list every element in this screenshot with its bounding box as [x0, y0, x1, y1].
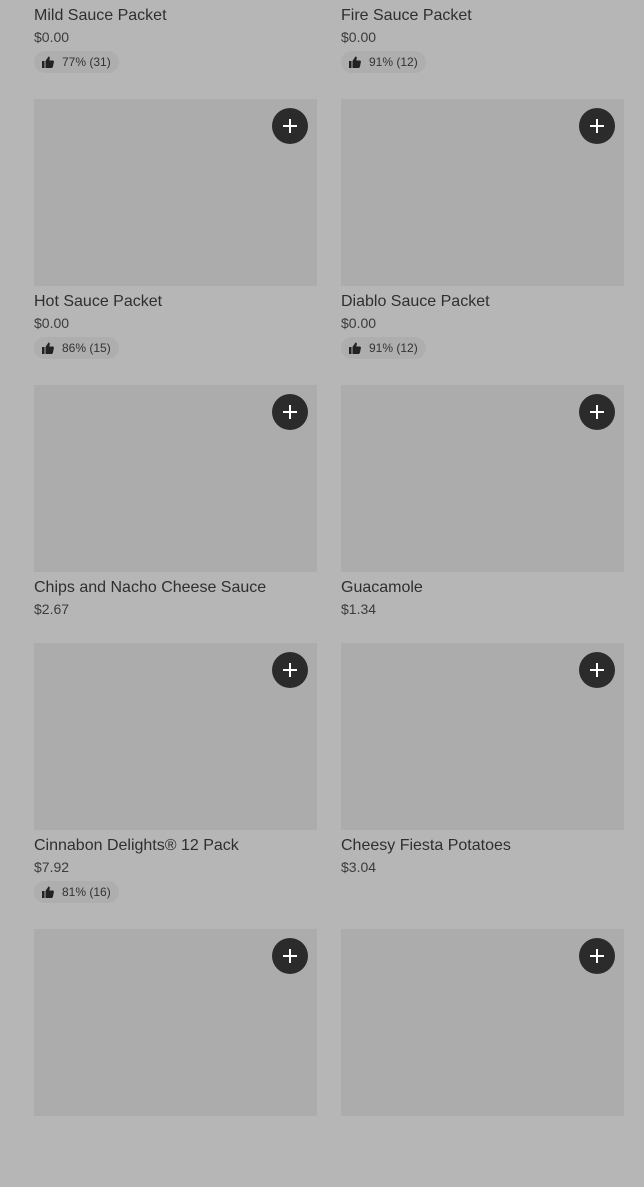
item-price: $0.00: [34, 29, 70, 45]
rating-badge: 91% (12): [341, 51, 426, 73]
item-name: Cheesy Fiesta Potatoes: [341, 837, 511, 854]
rating-badge: 81% (16): [34, 881, 119, 903]
item-name: Fire Sauce Packet: [341, 7, 472, 24]
menu-item-card[interactable]: Diablo Sauce Packet $0.00 91% (12): [341, 99, 624, 385]
item-name: Mild Sauce Packet: [34, 7, 167, 24]
plus-icon: [590, 119, 604, 133]
item-image[interactable]: [341, 643, 624, 830]
add-to-cart-button[interactable]: [272, 394, 308, 430]
plus-icon: [590, 663, 604, 677]
item-image[interactable]: [341, 385, 624, 572]
menu-item-card[interactable]: Cheesy Fiesta Potatoes $3.04: [341, 643, 624, 929]
item-price: $7.92: [34, 859, 70, 875]
add-to-cart-button[interactable]: [579, 938, 615, 974]
menu-item-card[interactable]: Guacamole $1.34: [341, 385, 624, 643]
item-image[interactable]: [34, 99, 317, 286]
item-image[interactable]: [34, 929, 317, 1116]
item-image[interactable]: [341, 99, 624, 286]
item-image[interactable]: [34, 643, 317, 830]
rating-text: 77% (31): [62, 55, 111, 69]
menu-item-card[interactable]: Chips and Nacho Cheese Sauce $2.67: [34, 385, 317, 643]
item-name: Diablo Sauce Packet: [341, 293, 490, 310]
add-to-cart-button[interactable]: [272, 652, 308, 688]
add-to-cart-button[interactable]: [579, 652, 615, 688]
item-price: $0.00: [341, 315, 377, 331]
item-price: $1.34: [341, 601, 377, 617]
menu-item-card[interactable]: Mild Sauce Packet $0.00 77% (31): [34, 0, 317, 99]
menu-item-card[interactable]: [341, 929, 624, 1187]
thumbs-up-icon: [42, 342, 54, 354]
item-price: $3.04: [341, 859, 377, 875]
item-image[interactable]: [341, 929, 624, 1116]
item-name: Cinnabon Delights® 12 Pack: [34, 837, 239, 854]
thumbs-up-icon: [42, 886, 54, 898]
item-price: $0.00: [341, 29, 377, 45]
rating-text: 91% (12): [369, 55, 418, 69]
rating-badge: 91% (12): [341, 337, 426, 359]
item-image[interactable]: [34, 385, 317, 572]
menu-item-card[interactable]: Cinnabon Delights® 12 Pack $7.92 81% (16…: [34, 643, 317, 929]
plus-icon: [283, 119, 297, 133]
add-to-cart-button[interactable]: [579, 108, 615, 144]
plus-icon: [590, 405, 604, 419]
item-name: Chips and Nacho Cheese Sauce: [34, 579, 267, 596]
rating-badge: 86% (15): [34, 337, 119, 359]
item-price: $0.00: [34, 315, 70, 331]
rating-badge: 77% (31): [34, 51, 119, 73]
menu-item-card[interactable]: Fire Sauce Packet $0.00 91% (12): [341, 0, 624, 99]
plus-icon: [283, 663, 297, 677]
rating-text: 81% (16): [62, 885, 111, 899]
item-name: Guacamole: [341, 579, 423, 596]
add-to-cart-button[interactable]: [272, 108, 308, 144]
thumbs-up-icon: [349, 342, 361, 354]
plus-icon: [283, 949, 297, 963]
item-name: Hot Sauce Packet: [34, 293, 163, 310]
add-to-cart-button[interactable]: [272, 938, 308, 974]
plus-icon: [283, 405, 297, 419]
rating-text: 86% (15): [62, 341, 111, 355]
plus-icon: [590, 949, 604, 963]
item-price: $2.67: [34, 601, 70, 617]
menu-items-grid: Mild Sauce Packet $0.00 77% (31) Fire Sa…: [34, 0, 624, 1187]
rating-text: 91% (12): [369, 341, 418, 355]
add-to-cart-button[interactable]: [579, 394, 615, 430]
thumbs-up-icon: [42, 56, 54, 68]
menu-item-card[interactable]: Hot Sauce Packet $0.00 86% (15): [34, 99, 317, 385]
thumbs-up-icon: [349, 56, 361, 68]
menu-item-card[interactable]: [34, 929, 317, 1187]
